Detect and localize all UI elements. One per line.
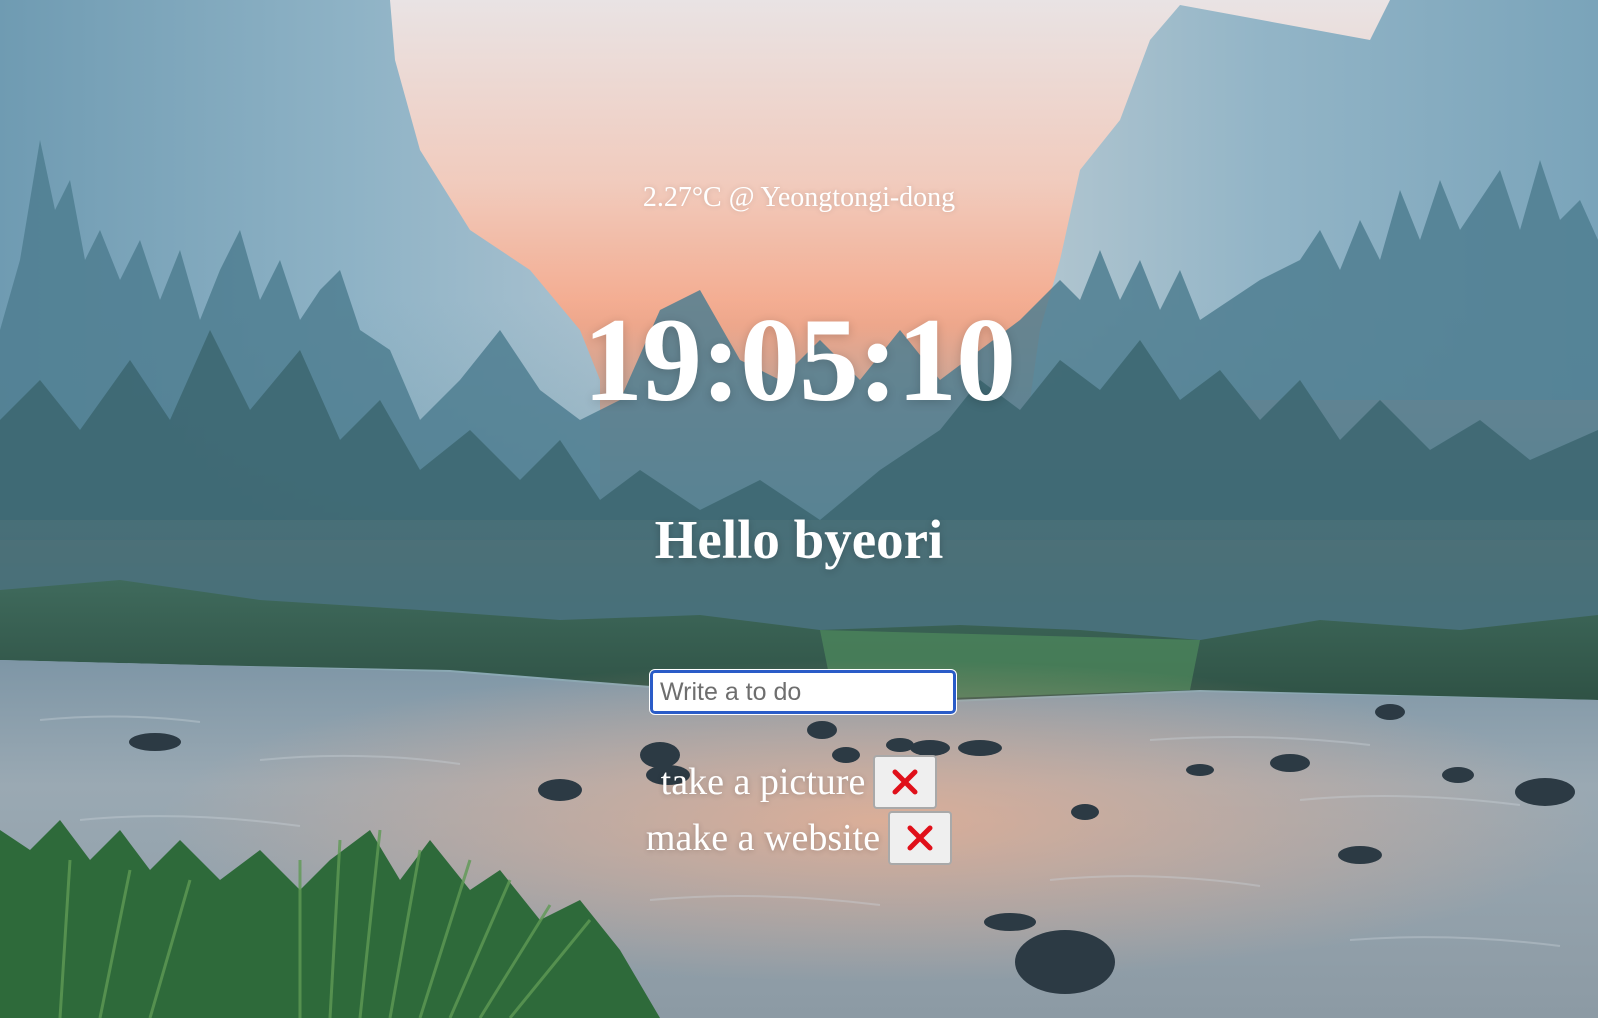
weather-temperature: 2.27°C xyxy=(642,182,722,213)
delete-todo-button[interactable] xyxy=(873,755,938,809)
weather-display: 2.27°C @ Yeongtongi-dong xyxy=(0,180,1598,216)
red-x-icon xyxy=(892,769,918,795)
todo-input[interactable] xyxy=(649,669,957,715)
todo-item: take a picture xyxy=(0,754,1598,810)
todo-list: take a picture make a website xyxy=(0,754,1598,866)
main-content: 2.27°C @ Yeongtongi-dong 19:05:10 Hello … xyxy=(0,0,1598,1018)
todo-item-text: make a website xyxy=(645,817,881,859)
todo-form xyxy=(649,669,957,715)
clock: 19:05:10 xyxy=(583,293,1016,426)
weather-separator: @ xyxy=(728,182,755,213)
weather-location: Yeongtongi-dong xyxy=(760,182,956,213)
delete-todo-button[interactable] xyxy=(888,811,953,865)
todo-item: make a website xyxy=(0,810,1598,866)
red-x-icon xyxy=(907,825,933,851)
greeting: Hello byeori xyxy=(654,509,944,570)
todo-item-text: take a picture xyxy=(660,761,866,803)
